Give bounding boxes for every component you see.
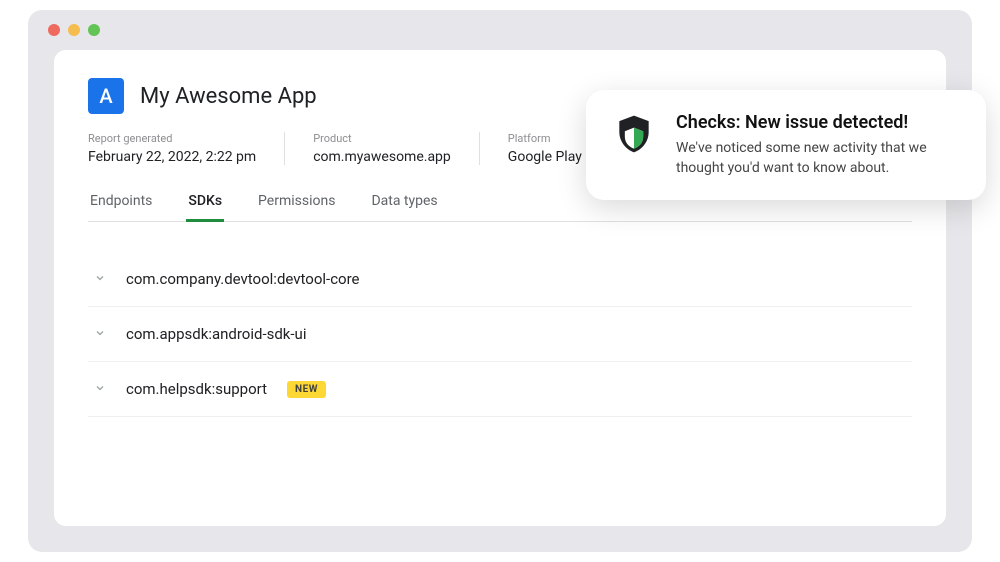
meta-value: February 22, 2022, 2:22 pm	[88, 149, 256, 165]
sdk-row[interactable]: com.helpsdk:support NEW	[88, 362, 912, 417]
chevron-down-icon	[94, 272, 106, 287]
window-titlebar	[28, 10, 972, 50]
chevron-down-icon	[94, 327, 106, 342]
app-icon: A	[88, 78, 124, 114]
shield-icon	[612, 112, 656, 160]
meta-product: Product com.myawesome.app	[284, 132, 479, 165]
meta-label: Product	[313, 132, 451, 145]
sdk-row[interactable]: com.company.devtool:devtool-core	[88, 252, 912, 307]
toast-content: Checks: New issue detected! We've notice…	[676, 112, 960, 178]
maximize-icon[interactable]	[88, 24, 100, 36]
meta-value: Google Play	[508, 149, 582, 165]
tab-endpoints[interactable]: Endpoints	[88, 183, 154, 222]
tab-sdks[interactable]: SDKs	[186, 183, 224, 222]
sdk-name: com.appsdk:android-sdk-ui	[126, 325, 306, 343]
sdk-name: com.company.devtool:devtool-core	[126, 270, 360, 288]
minimize-icon[interactable]	[68, 24, 80, 36]
toast-notification[interactable]: Checks: New issue detected! We've notice…	[586, 90, 986, 200]
sdk-row[interactable]: com.appsdk:android-sdk-ui	[88, 307, 912, 362]
chevron-down-icon	[94, 382, 106, 397]
close-icon[interactable]	[48, 24, 60, 36]
meta-label: Platform	[508, 132, 582, 145]
meta-label: Report generated	[88, 132, 256, 145]
sdk-list: com.company.devtool:devtool-core com.app…	[88, 252, 912, 417]
sdk-name: com.helpsdk:support	[126, 380, 267, 398]
tab-permissions[interactable]: Permissions	[256, 183, 337, 222]
tab-data-types[interactable]: Data types	[369, 183, 439, 222]
toast-body: We've noticed some new activity that we …	[676, 139, 960, 178]
meta-report-generated: Report generated February 22, 2022, 2:22…	[88, 132, 284, 165]
meta-value: com.myawesome.app	[313, 149, 451, 165]
new-badge: NEW	[287, 381, 326, 398]
app-title: My Awesome App	[140, 84, 317, 109]
toast-title: Checks: New issue detected!	[676, 112, 960, 133]
